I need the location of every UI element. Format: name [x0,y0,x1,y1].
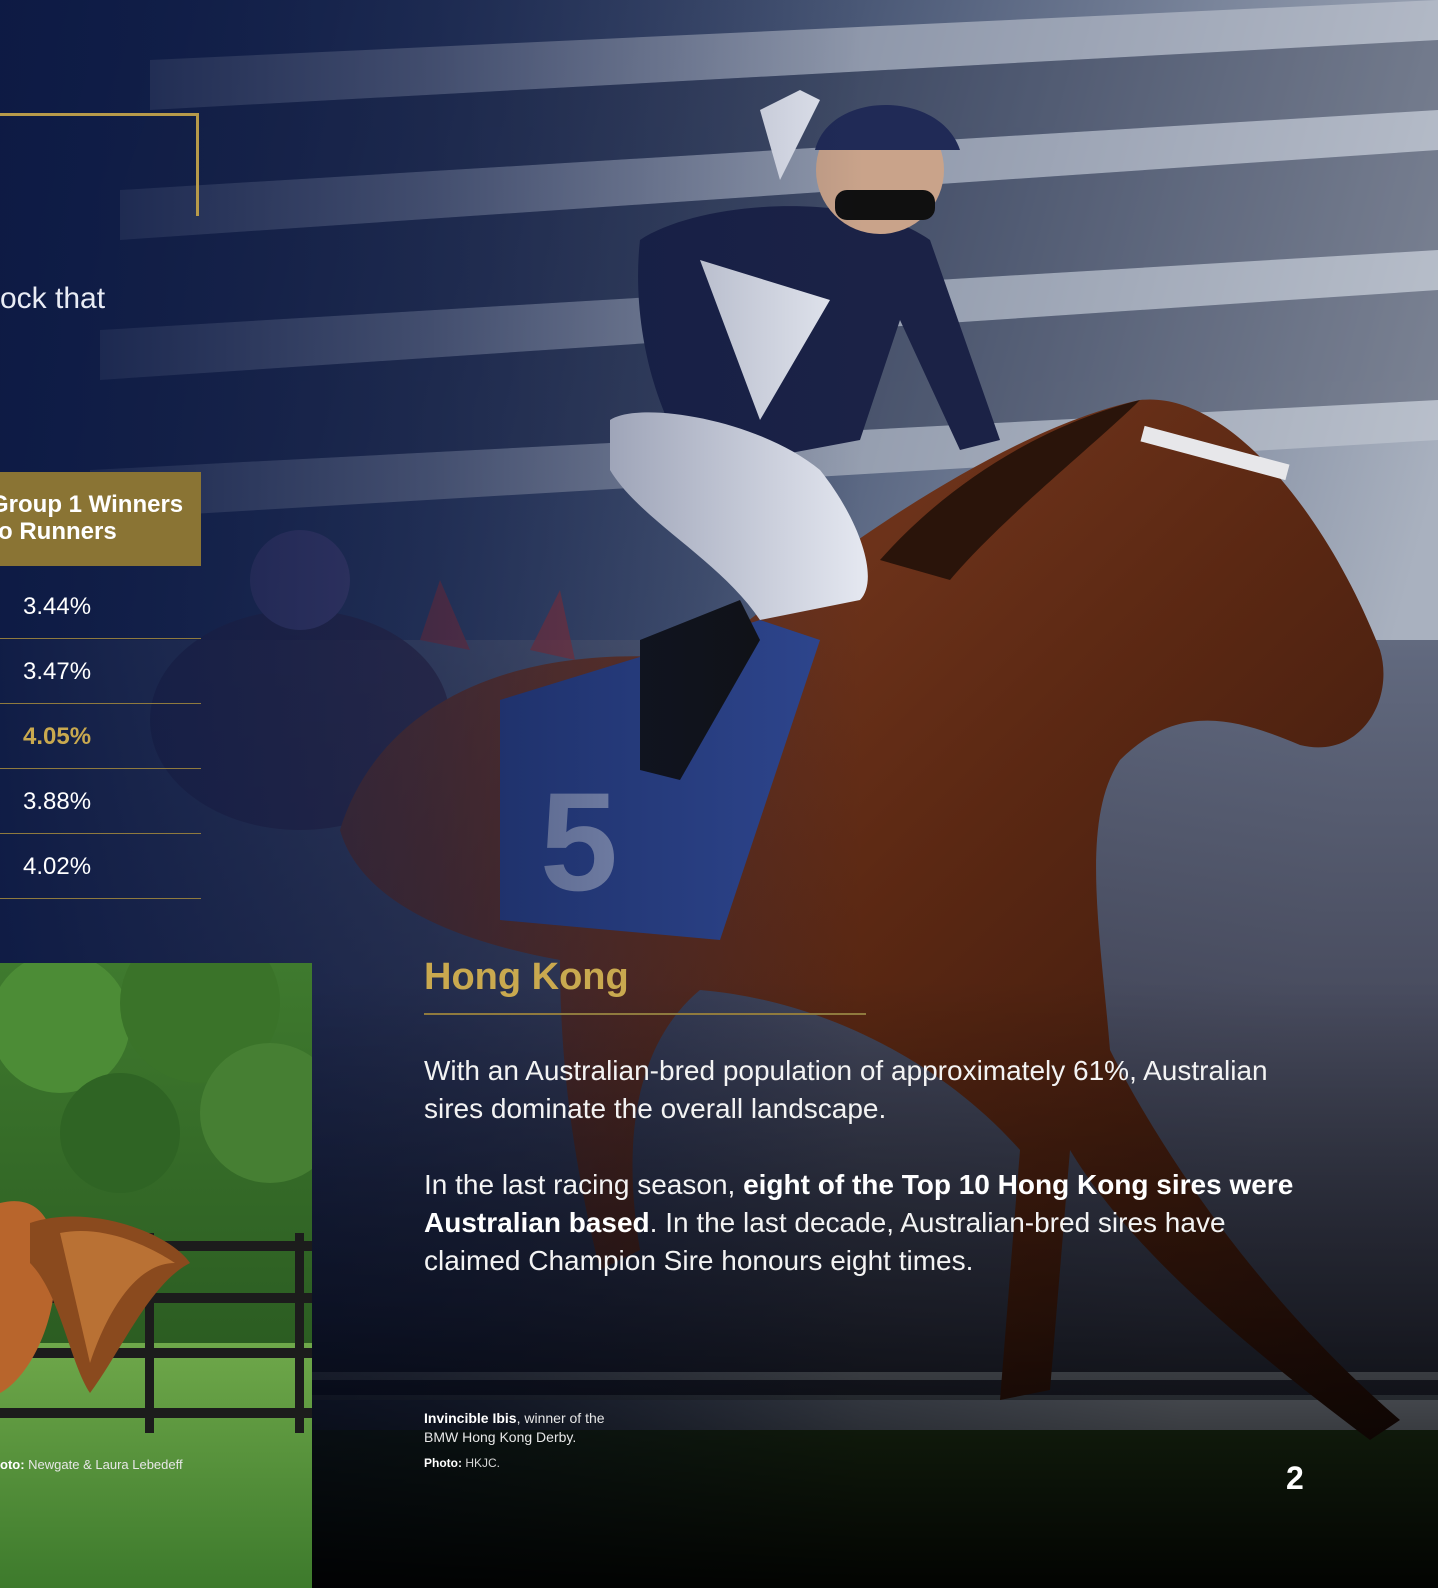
hong-kong-paragraph-2: In the last racing season, eight of the … [424,1166,1304,1280]
section-title-hong-kong: Hong Kong [424,956,629,998]
table-cell-value: 3.88% [23,788,92,815]
table-cell-value: 3.47% [23,658,92,685]
table-row: 3.44% [0,574,201,639]
table-header-line-1: Group 1 Winners [0,491,184,518]
page-number: 2 [1286,1460,1304,1496]
hong-kong-paragraph-1: With an Australian-bred population of ap… [424,1055,1268,1124]
photo-credit-label: Photo: [424,1456,462,1470]
table-row-highlighted: 4.05% [0,704,201,769]
table-cell-value: 3.44% [23,593,92,620]
intro-text-fragment: ock that [0,282,106,315]
caption-text-line-2: BMW Hong Kong Derby. [424,1429,577,1445]
hong-kong-photo-credit: Photo: HKJC. [424,1456,500,1470]
paddock-horse-photo [0,963,312,1588]
table-cell-value: 4.02% [23,853,92,880]
para2-lead: In the last racing season, [424,1169,744,1200]
caption-horse-name: Invincible Ibis [424,1410,517,1426]
photo-caption: Invincible Ibis, winner of the BMW Hong … [424,1409,605,1447]
caption-text: , winner of the [516,1410,605,1426]
gold-frame-accent [0,113,199,216]
table-row: 4.02% [0,834,201,899]
table-row: 3.88% [0,769,201,834]
table-header: Group 1 Winners to Runners [0,472,201,566]
credit-text: Newgate & Laura Lebedeff [28,1457,183,1472]
left-photo-credit: oto: Newgate & Laura Lebedeff [0,1457,183,1472]
table-header-line-2: to Runners [0,518,117,545]
title-divider [424,1013,866,1015]
photo-credit-text: HKJC. [465,1456,501,1470]
table-row: 3.47% [0,639,201,704]
credit-label: oto: [0,1457,25,1472]
table-cell-value: 4.05% [23,723,92,750]
